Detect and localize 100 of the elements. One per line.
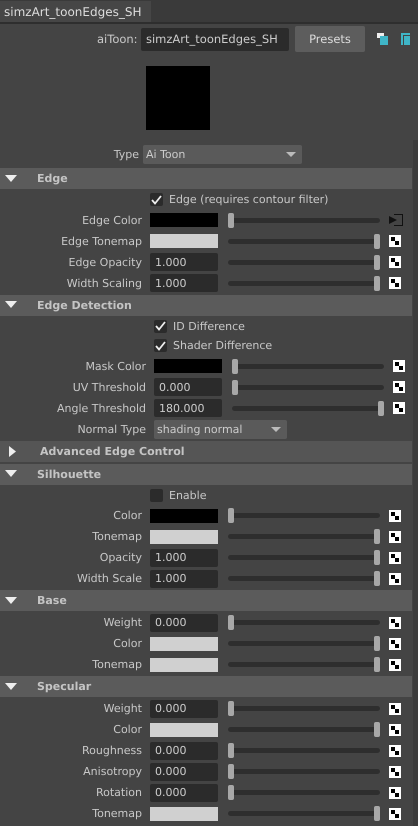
slider-thumb[interactable] — [228, 212, 234, 228]
slider-thumb[interactable] — [374, 234, 380, 248]
section-header[interactable]: Base — [0, 590, 412, 611]
checker-icon[interactable] — [393, 402, 405, 414]
slider-thumb[interactable] — [378, 400, 384, 416]
expand-arrow-icon[interactable] — [5, 596, 17, 604]
checker-icon[interactable] — [389, 702, 401, 714]
color-swatch[interactable] — [150, 636, 218, 650]
color-swatch[interactable] — [150, 658, 218, 672]
slider-thumb[interactable] — [228, 508, 234, 523]
slider-track[interactable] — [228, 806, 380, 821]
number-field[interactable]: 0.000 — [150, 700, 218, 718]
copy-tab-icon[interactable] — [401, 33, 410, 45]
section-header[interactable]: Specular — [0, 676, 412, 697]
color-swatch[interactable] — [150, 722, 218, 736]
number-field[interactable]: 1.000 — [150, 548, 218, 566]
slider-thumb[interactable] — [228, 701, 234, 716]
slider-thumb[interactable] — [228, 764, 234, 779]
focus-icon[interactable] — [377, 33, 389, 45]
normal-type-dropdown[interactable]: shading normal — [154, 420, 287, 438]
slider-thumb[interactable] — [374, 722, 380, 737]
slider-track[interactable] — [232, 358, 384, 374]
slider-thumb[interactable] — [374, 571, 380, 586]
slider-track[interactable] — [228, 508, 380, 523]
checker-icon[interactable] — [389, 786, 401, 798]
checker-icon[interactable] — [389, 658, 401, 670]
color-swatch[interactable] — [150, 806, 218, 820]
slider-track[interactable] — [228, 701, 380, 716]
scrollbar[interactable] — [413, 140, 418, 826]
color-swatch[interactable] — [150, 530, 218, 544]
slider-track[interactable] — [232, 380, 384, 394]
slider-thumb[interactable] — [374, 550, 380, 565]
collapse-arrow-icon[interactable] — [9, 446, 16, 456]
section-header[interactable]: Advanced Edge Control — [0, 440, 412, 462]
slider-track[interactable] — [228, 657, 380, 672]
slider-thumb[interactable] — [232, 358, 238, 374]
checkbox[interactable] — [154, 339, 167, 352]
slider-track[interactable] — [232, 400, 384, 416]
number-field[interactable]: 1.000 — [150, 274, 218, 292]
slider-thumb[interactable] — [374, 657, 380, 672]
section-header[interactable]: Edge Detection — [0, 294, 412, 316]
checker-icon[interactable] — [389, 808, 401, 820]
number-field[interactable]: 1.000 — [150, 253, 218, 271]
caret-icon[interactable] — [286, 152, 296, 156]
slider-thumb[interactable] — [374, 254, 380, 270]
checker-icon[interactable] — [389, 724, 401, 736]
number-field[interactable]: 0.000 — [150, 762, 218, 780]
number-field[interactable]: 0.000 — [150, 614, 218, 632]
checker-icon[interactable] — [389, 530, 401, 542]
slider-thumb[interactable] — [232, 380, 238, 394]
slider-track[interactable] — [228, 615, 380, 630]
checkbox[interactable] — [150, 193, 163, 206]
checker-icon[interactable] — [389, 235, 401, 247]
node-name-field[interactable]: simzArt_toonEdges_SH — [141, 28, 289, 50]
color-swatch[interactable] — [154, 359, 222, 373]
section-header[interactable]: Silhouette — [0, 464, 412, 484]
checker-icon[interactable] — [389, 766, 401, 778]
slider-thumb[interactable] — [374, 636, 380, 651]
checker-icon[interactable] — [389, 256, 401, 268]
slider-thumb[interactable] — [228, 615, 234, 630]
slider-track[interactable] — [228, 254, 380, 270]
slider-track[interactable] — [228, 743, 380, 758]
slider-track[interactable] — [228, 212, 380, 228]
number-field[interactable]: 0.000 — [154, 378, 222, 396]
slider-track[interactable] — [228, 234, 380, 248]
color-swatch[interactable] — [150, 508, 218, 522]
expand-arrow-icon[interactable] — [5, 682, 17, 690]
slider-thumb[interactable] — [374, 529, 380, 544]
checker-icon[interactable] — [389, 572, 401, 584]
slider-track[interactable] — [228, 764, 380, 779]
expand-arrow-icon[interactable] — [5, 301, 17, 309]
slider-track[interactable] — [228, 722, 380, 737]
number-field[interactable]: 0.000 — [150, 742, 218, 760]
number-field[interactable]: 180.000 — [154, 399, 222, 417]
checker-icon[interactable] — [389, 616, 401, 628]
slider-thumb[interactable] — [228, 743, 234, 758]
checkbox[interactable] — [154, 320, 167, 333]
checker-icon[interactable] — [393, 360, 405, 372]
color-swatch[interactable] — [150, 234, 218, 248]
slider-track[interactable] — [228, 636, 380, 651]
section-header[interactable]: Edge — [0, 168, 412, 189]
checker-icon[interactable] — [389, 277, 401, 289]
slider-track[interactable] — [228, 550, 380, 565]
number-field[interactable]: 0.000 — [150, 784, 218, 802]
slider-track[interactable] — [228, 276, 380, 290]
slider-track[interactable] — [228, 571, 380, 586]
checker-icon[interactable] — [389, 744, 401, 756]
number-field[interactable]: 1.000 — [150, 570, 218, 588]
checker-icon[interactable] — [389, 510, 401, 522]
slider-track[interactable] — [228, 785, 380, 800]
slider-thumb[interactable] — [228, 785, 234, 800]
checker-icon[interactable] — [389, 638, 401, 650]
expand-arrow-icon[interactable] — [5, 174, 17, 182]
caret-icon[interactable] — [271, 426, 281, 432]
checker-icon[interactable] — [393, 381, 405, 393]
type-dropdown[interactable]: Ai Toon — [143, 144, 302, 164]
slider-track[interactable] — [228, 529, 380, 544]
expand-arrow-icon[interactable] — [5, 470, 17, 478]
presets-button[interactable]: Presets — [295, 26, 365, 52]
node-tab[interactable]: simzArt_toonEdges_SH — [0, 1, 151, 22]
